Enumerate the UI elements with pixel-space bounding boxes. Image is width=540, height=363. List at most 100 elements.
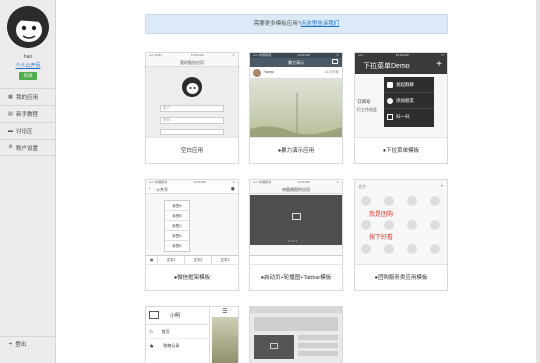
card-caption: ●暴力演示应用 [250, 137, 342, 164]
card-thumbnail: 北京 ⌖ 我是团购 按下好看 [355, 180, 447, 264]
menu-icon[interactable]: ☰ [212, 307, 238, 317]
public-page-link[interactable]: 个人公开页 [0, 62, 56, 69]
login-button[interactable] [160, 129, 224, 135]
user-icon[interactable]: ◉ [231, 186, 235, 192]
back-icon[interactable]: ‹ [149, 186, 151, 192]
carousel[interactable]: • • • • [250, 195, 342, 245]
template-card-groupbuy[interactable]: 北京 ⌖ 我是团购 按下好看 ●团购服务类应用模板 [354, 179, 448, 291]
drawer-label: 首页 [161, 328, 170, 334]
card-thumbnail: 小明 ⌂ 首页 ★ 购物记录 ☰ [146, 307, 238, 363]
account-field[interactable]: 账户 [160, 105, 224, 112]
tab-text-1[interactable]: 文字1 [158, 256, 185, 264]
wire-block [298, 335, 338, 340]
logout-button[interactable]: ⇥ 登出 [0, 336, 56, 350]
template-card-blank[interactable]: ••••• AT&T 12:00 AM ▭ 我的酷炫应用 账户 密码 空白应用 [145, 52, 239, 164]
notice-banner: 需要更多模板应用?点这里告诉我们 [145, 14, 448, 34]
logout-icon: ⇥ [8, 340, 13, 347]
city-selector[interactable]: 北京 [358, 184, 366, 190]
nav-title: 帝酷播图的应用 [250, 185, 342, 194]
scan-icon [387, 114, 393, 120]
post-header: Yueryi 21小时前 [250, 67, 342, 79]
tag-item[interactable]: 标签B [165, 211, 189, 221]
category-icon[interactable] [361, 220, 371, 230]
template-card-wireframe[interactable] [249, 306, 343, 363]
card-thumbnail [250, 307, 342, 363]
card-caption: 空白应用 [146, 137, 238, 164]
sidebar-item-tutorial[interactable]: ▤ 新手教程 [0, 105, 56, 122]
wire-block [254, 317, 338, 331]
card-thumbnail: ••••• 中国联通 12:00 AM ▭ 暴力演示 Yueryi 21小时前 [250, 53, 342, 137]
sidebar-nav: ▦ 我的应用 ▤ 新手教程 ▬ 讨论区 ⚙ 账户设置 [0, 88, 56, 156]
template-card-demo[interactable]: ••••• 中国联通 12:00 AM ▭ 暴力演示 Yueryi 21小时前 ●暴… [249, 52, 343, 164]
wire-block [298, 343, 338, 348]
image-placeholder-icon [149, 311, 159, 319]
sidebar-item-my-apps[interactable]: ▦ 我的应用 [0, 88, 56, 105]
keyboard-icon[interactable]: ▦ [146, 256, 158, 264]
sidebar-item-label: 我的应用 [16, 95, 39, 101]
drawer-header: 小明 [146, 307, 209, 325]
add-user-icon [387, 97, 393, 104]
card-caption: ●下拉菜单模板 [355, 137, 447, 164]
chat-icon: ▬ [8, 127, 13, 134]
tag-item[interactable]: 标签E [165, 241, 189, 251]
tab-text-3[interactable]: 文字3 [212, 256, 238, 264]
template-card-carousel[interactable]: ••••• 中国移动 12:00 AM ▭ 帝酷播图的应用 • • • • ●启动页… [249, 179, 343, 291]
sidebar-item-forum[interactable]: ▬ 讨论区 [0, 122, 56, 139]
drawer-item-home[interactable]: ⌂ 首页 [146, 325, 209, 339]
carousel-dots: • • • • [288, 238, 297, 243]
feedback-link[interactable]: 点这里告诉我们 [301, 21, 340, 27]
drawer-username: 小明 [170, 313, 181, 319]
side-text-1: 订阅号 [357, 99, 371, 104]
category-icon[interactable] [407, 244, 417, 254]
status-carrier: ••••• 中国联通 [253, 53, 272, 57]
star-icon: ★ [149, 343, 155, 350]
tag-item[interactable]: 标签A [165, 201, 189, 211]
tab-text-2[interactable]: 文字2 [185, 256, 212, 264]
tag-item[interactable]: 标签D [165, 231, 189, 241]
image-placeholder-icon [292, 213, 301, 220]
category-icon[interactable] [430, 244, 440, 254]
category-icon[interactable] [430, 220, 440, 230]
app-logo-icon [182, 77, 202, 97]
sidebar-item-label: 讨论区 [16, 129, 33, 135]
plus-icon[interactable]: + [436, 59, 442, 70]
menu-item-group-chat[interactable]: 发起群聊 [384, 77, 434, 93]
battery-icon: ▭ [336, 53, 339, 57]
post-user: Yueryi [264, 70, 274, 74]
scrollbar[interactable] [536, 0, 540, 363]
menu-label: 添加朋友 [396, 97, 414, 103]
category-icon[interactable] [361, 244, 371, 254]
card-thumbnail: ••••• 中国移动 12:00 AM ▭ 帝酷播图的应用 • • • • [250, 180, 342, 264]
category-icon[interactable] [384, 244, 394, 254]
tag-item[interactable]: 标签C [165, 221, 189, 231]
inbox-icon [332, 59, 338, 64]
status-carrier: ••••• AT&T [149, 53, 163, 57]
category-icon[interactable] [407, 196, 417, 206]
category-icon[interactable] [407, 220, 417, 230]
battery-icon: ▭ [336, 180, 339, 184]
gear-icon: ⚙ [8, 144, 13, 150]
menu-item-scan[interactable]: 扫一扫 [384, 109, 434, 125]
drawer-item-history[interactable]: ★ 购物记录 [146, 339, 209, 353]
category-icon[interactable] [430, 196, 440, 206]
template-card-wechat[interactable]: ••••• 中国移动 12:00 AM ▭ ‹ 公共号 ◉ 标签A 标签B 标签C … [145, 179, 239, 291]
category-icon[interactable] [384, 196, 394, 206]
sidebar-item-settings[interactable]: ⚙ 账户设置 [0, 139, 56, 156]
password-field[interactable]: 密码 [160, 117, 224, 124]
sidebar: hao 个人公开页 有效 ▦ 我的应用 ▤ 新手教程 ▬ 讨论区 ⚙ 账户设置 ⇥ 登出 [0, 0, 56, 363]
bottom-tabbar: ▦ 文字1 文字2 文字3 [146, 255, 238, 264]
side-text-2: 行工作机会 [357, 107, 377, 112]
card-thumbnail: ••••• 12:00 AM ▭ 下拉菜单Demo + 订阅号 行工作机会 发起群聊… [355, 53, 447, 137]
username: hao [23, 54, 33, 60]
avatar[interactable] [7, 6, 49, 48]
card-caption: ●团购服务类应用模板 [355, 264, 447, 291]
category-icon[interactable] [361, 196, 371, 206]
template-card-drawer[interactable]: 小明 ⌂ 首页 ★ 购物记录 ☰ [145, 306, 239, 363]
card-caption: ●启动页+轮播图+Tabbar模板 [250, 264, 342, 291]
menu-item-add-friend[interactable]: 添加朋友 [384, 93, 434, 109]
category-icon[interactable] [384, 220, 394, 230]
template-card-dropdown[interactable]: ••••• 12:00 AM ▭ 下拉菜单Demo + 订阅号 行工作机会 发起群聊… [354, 52, 448, 164]
nav-bar: 下拉菜单Demo + [355, 58, 447, 74]
wire-block [298, 351, 338, 356]
location-icon[interactable]: ⌖ [441, 183, 443, 188]
